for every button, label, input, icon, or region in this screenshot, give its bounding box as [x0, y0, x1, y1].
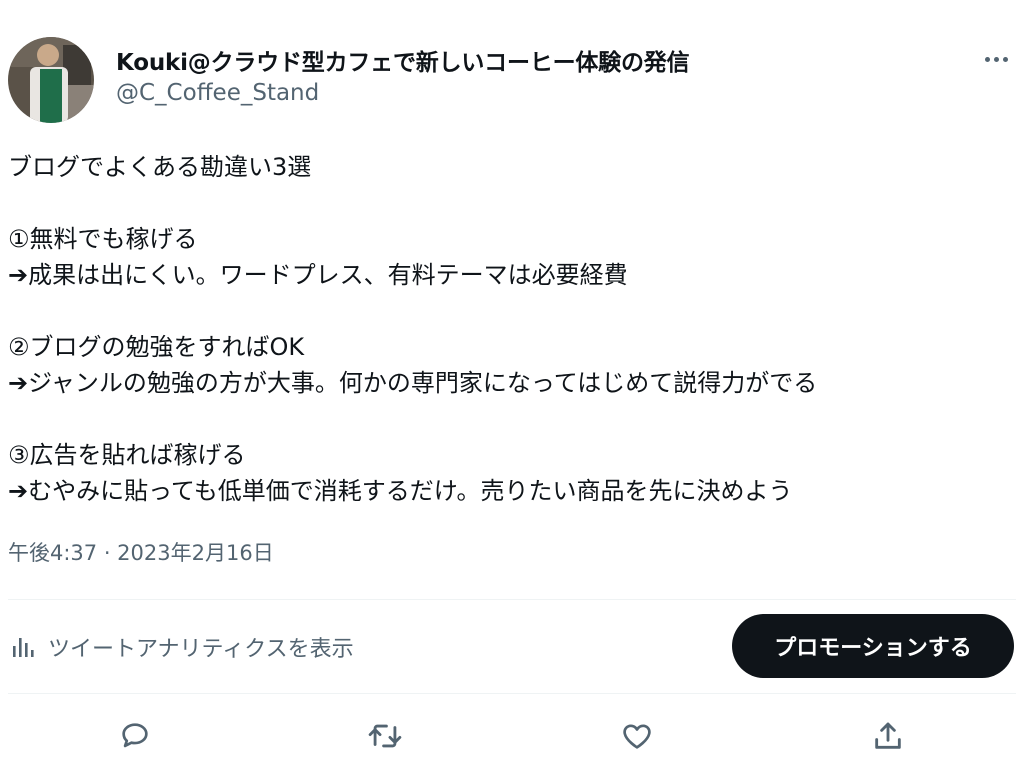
- heart-icon: [623, 724, 651, 749]
- divider: [8, 599, 1016, 600]
- avatar-photo: [8, 37, 94, 123]
- divider: [8, 693, 1016, 694]
- more-options-icon[interactable]: [976, 46, 1016, 72]
- tweet-line: ①無料でも稼げる: [8, 225, 198, 253]
- tweet-text: ブログでよくある勘違い3選 ①無料でも稼げる ➔成果は出にくい。ワードプレス、有…: [8, 149, 1008, 509]
- line-spacer: [8, 401, 1008, 437]
- tweet-line: ➔成果は出にくい。ワードプレス、有料テーマは必要経費: [8, 261, 628, 289]
- line-spacer: [8, 185, 1008, 221]
- share-button[interactable]: [866, 714, 910, 758]
- line-spacer: [8, 293, 1008, 329]
- reply-icon: [122, 723, 148, 748]
- tweet-line: ②ブログの勉強をすればOK: [8, 333, 305, 361]
- like-button[interactable]: [615, 714, 659, 758]
- tweet-line: ③広告を貼れば稼げる: [8, 441, 246, 469]
- bar-chart-icon: [13, 638, 34, 657]
- view-analytics-link[interactable]: ツイートアナリティクスを表示: [10, 629, 354, 665]
- analytics-label: ツイートアナリティクスを表示: [48, 637, 354, 662]
- share-icon: [875, 722, 901, 749]
- tweet-line: ➔ジャンルの勉強の方が大事。何かの専門家になってはじめて説得力がでる: [8, 369, 818, 397]
- retweet-icon: [368, 724, 402, 748]
- author-handle[interactable]: @C_Coffee_Stand: [116, 80, 319, 106]
- avatar[interactable]: [8, 37, 94, 123]
- tweet-line: ➔むやみに貼っても低単価で消耗するだけ。売りたい商品を先に決めよう: [8, 477, 793, 505]
- retweet-button[interactable]: [363, 714, 407, 758]
- author-display-name[interactable]: Kouki@クラウド型カフェで新しいコーヒー体験の発信: [116, 43, 690, 77]
- tweet-line: ブログでよくある勘違い3選: [8, 153, 312, 181]
- promote-button[interactable]: プロモーションする: [732, 614, 1014, 678]
- reply-button[interactable]: [113, 714, 157, 758]
- tweet-timestamp[interactable]: 午後4:37 · 2023年2月16日: [8, 537, 274, 567]
